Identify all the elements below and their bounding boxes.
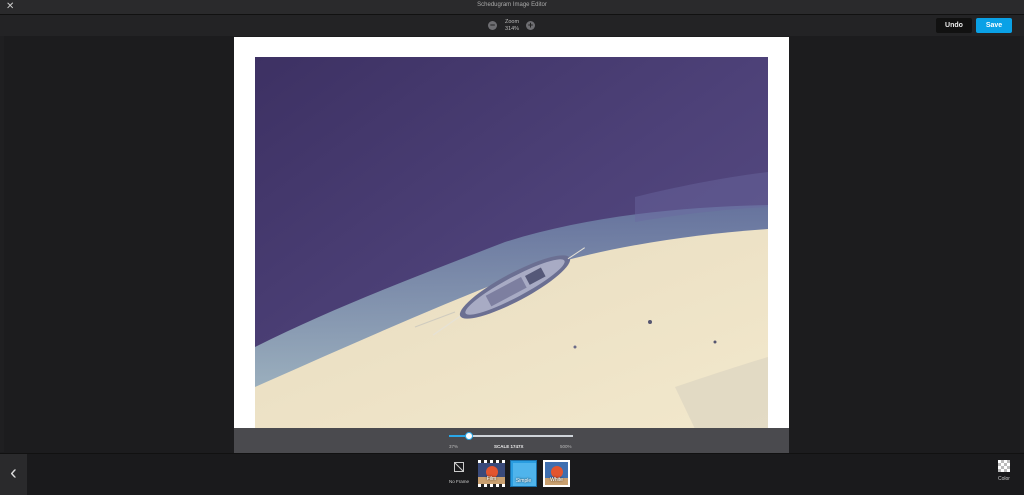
title-bar: ✕ Schedugram Image Editor	[0, 0, 1024, 15]
scale-value-label: SCALE 1747X	[494, 444, 524, 449]
photo-boat-on-beach	[255, 57, 768, 429]
back-button[interactable]: ‹	[0, 454, 27, 495]
checkerboard-icon	[998, 460, 1010, 472]
save-button[interactable]: Save	[976, 18, 1012, 33]
frame-option-none[interactable]: No Frame	[444, 462, 474, 492]
image-canvas[interactable]	[234, 37, 789, 429]
left-edge	[0, 36, 4, 452]
frame-option-label: No Frame	[448, 479, 469, 484]
undo-button[interactable]: Undo	[936, 18, 972, 33]
edited-photo[interactable]	[255, 57, 768, 429]
color-option[interactable]: Color	[994, 460, 1014, 490]
no-frame-icon	[454, 462, 464, 472]
frames-bar: ‹ No Frame Film Simple White Color	[0, 453, 1024, 495]
color-label: Color	[998, 476, 1010, 482]
window-title: Schedugram Image Editor	[477, 2, 547, 8]
frame-option-label: Simple	[515, 478, 532, 484]
frame-option-film[interactable]: Film	[478, 460, 505, 487]
scale-slider-track[interactable]	[449, 432, 573, 440]
frame-option-label: White	[550, 477, 563, 483]
scale-min-label: 37%	[449, 444, 459, 449]
frame-option-simple[interactable]: Simple	[510, 460, 537, 487]
scale-panel: 37% SCALE 1747X 500%	[234, 428, 789, 453]
scale-max-label: 500%	[560, 444, 572, 449]
zoom-label: Zoom	[504, 19, 520, 25]
chevron-left-icon: ‹	[10, 462, 17, 484]
zoom-in-button[interactable]: +	[526, 21, 535, 30]
right-edge	[1020, 36, 1024, 452]
scale-slider-thumb[interactable]	[464, 432, 473, 440]
frame-option-label: Film	[486, 476, 497, 482]
zoom-value: 314%	[504, 26, 520, 32]
frame-option-white[interactable]: White	[543, 460, 570, 487]
editor-toolbar: − Zoom 314% +	[0, 15, 1024, 36]
zoom-indicator: Zoom 314%	[496, 19, 528, 33]
